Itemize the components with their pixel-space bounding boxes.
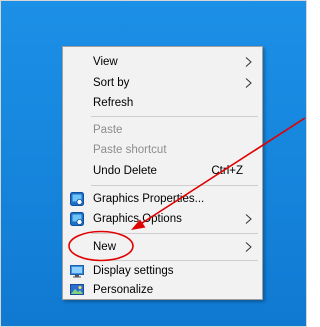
highlight-circle <box>68 230 134 262</box>
annotation-overlay <box>68 117 306 262</box>
annotation-arrow <box>138 117 306 226</box>
arrow-head <box>131 219 146 230</box>
